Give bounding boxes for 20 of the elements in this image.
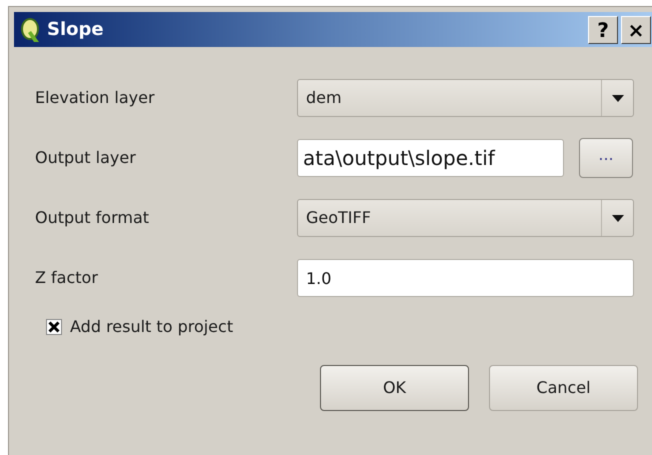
title-bar-button[interactable]: ?: [588, 16, 618, 44]
field-label: Z factor: [35, 267, 99, 289]
dropdown[interactable]: dem: [297, 79, 634, 117]
dropdown[interactable]: GeoTIFF: [297, 199, 634, 237]
window-title: Slope: [47, 18, 105, 42]
field-label: Elevation layer: [35, 87, 156, 109]
field-label: Output format: [35, 207, 150, 229]
checkbox[interactable]: [46, 319, 62, 335]
title-bar-button[interactable]: ×: [621, 16, 651, 44]
app-logo-icon: [19, 16, 41, 42]
field-label: Output layer: [35, 147, 137, 169]
checkbox-label: Add result to project: [70, 316, 234, 338]
z-factor-field[interactable]: 1.0: [297, 259, 634, 297]
caret-icon: [612, 94, 624, 102]
dialog-button[interactable]: Cancel: [489, 365, 638, 411]
output-path-field[interactable]: ata\output\slope.tif: [297, 139, 564, 177]
caret-icon: [612, 214, 624, 222]
dialog-button[interactable]: OK: [320, 365, 469, 411]
browse-button[interactable]: ...: [579, 138, 633, 178]
cross-icon: [48, 321, 60, 333]
